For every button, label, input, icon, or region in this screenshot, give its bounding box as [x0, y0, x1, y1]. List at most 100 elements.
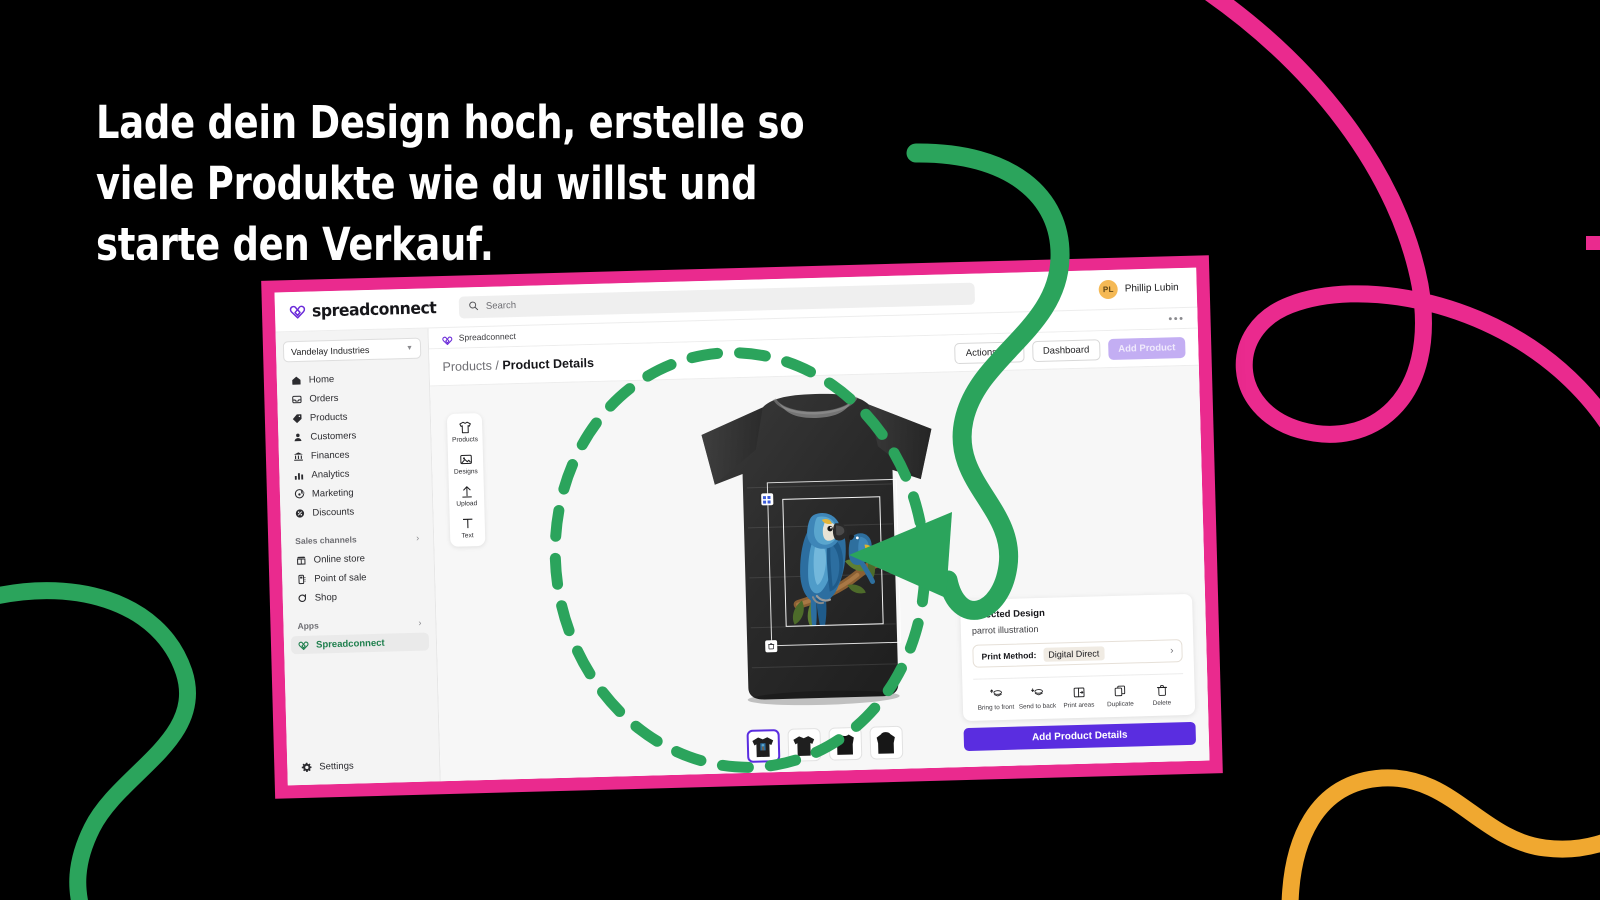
- chevron-down-icon: ▼: [1005, 348, 1013, 356]
- sidebar-item-products[interactable]: Products: [285, 406, 423, 428]
- pos-terminal-icon: [296, 573, 307, 584]
- thumbnail-front-with-design[interactable]: [745, 729, 780, 763]
- user-menu[interactable]: PL Phillip Lubin: [1098, 278, 1183, 300]
- avatar: PL: [1098, 279, 1119, 300]
- trash-icon: [1155, 683, 1168, 697]
- actions-button[interactable]: Actions ▼: [954, 340, 1025, 364]
- person-icon: [292, 431, 303, 442]
- gear-icon: [301, 761, 312, 772]
- sidebar: Vandelay Industries ▼ Home Orders Produc…: [275, 328, 441, 786]
- green-s-curve-bottom-left-icon: [0, 582, 196, 900]
- brand-logo[interactable]: spreadconnect: [289, 298, 459, 322]
- breadcrumb: Products / Product Details: [442, 356, 594, 374]
- orange-wave-bottom-right-icon: [1281, 769, 1600, 900]
- sidebar-item-label: Settings: [319, 760, 354, 773]
- chevron-right-icon: ›: [416, 532, 420, 543]
- app-ui: spreadconnect Search PL Phillip Lubin Va…: [274, 267, 1210, 786]
- breadcrumb-separator: /: [495, 358, 500, 373]
- bank-icon: [293, 450, 304, 461]
- sidebar-item-customers[interactable]: Customers: [285, 425, 423, 447]
- action-label: Bring to front: [977, 704, 1015, 713]
- tshirt-mockup[interactable]: [674, 382, 965, 710]
- sidebar-item-label: Customers: [310, 429, 357, 443]
- sidebar-item-label: Home: [308, 373, 335, 386]
- pink-loop-top-right-icon: [1204, 0, 1600, 443]
- action-label: Duplicate: [1107, 700, 1134, 709]
- sidebar-item-label: Finances: [310, 449, 350, 462]
- actions-button-label: Actions: [965, 346, 998, 359]
- main-content: Spreadconnect ••• Products / Product Det…: [428, 307, 1210, 782]
- breadcrumb-parent[interactable]: Products: [442, 359, 492, 374]
- action-label: Print areas: [1063, 701, 1095, 710]
- storefront-icon: [296, 554, 307, 565]
- action-label: Send to back: [1018, 702, 1057, 711]
- sidebar-item-point-of-sale[interactable]: Point of sale: [289, 567, 427, 589]
- shop-bag-icon: [297, 592, 308, 603]
- sidebar-item-orders[interactable]: Orders: [284, 387, 422, 409]
- sidebar-item-shop[interactable]: Shop: [290, 586, 428, 608]
- selected-design-panel: Selected Design parrot illustration Prin…: [960, 594, 1197, 752]
- brand-name: spreadconnect: [311, 298, 437, 321]
- design-bounds: [781, 496, 884, 627]
- sidebar-item-discounts[interactable]: Discounts: [287, 501, 425, 523]
- store-selector[interactable]: Vandelay Industries ▼: [282, 337, 422, 363]
- sidebar-item-label: Orders: [309, 392, 339, 405]
- delete-handle[interactable]: [764, 640, 777, 653]
- design-actions: Bring to front Send to back Print areas …: [973, 673, 1185, 721]
- search-input[interactable]: Search: [458, 282, 976, 319]
- window-pink-frame: spreadconnect Search PL Phillip Lubin Va…: [261, 255, 1223, 799]
- send-to-back-action[interactable]: Send to back: [1017, 686, 1058, 712]
- search-placeholder: Search: [485, 300, 517, 312]
- sidebar-item-finances[interactable]: Finances: [286, 444, 424, 466]
- bar-chart-icon: [293, 469, 304, 480]
- sidebar-item-label: Products: [309, 411, 348, 424]
- orders-inbox-icon: [291, 393, 302, 404]
- sidebar-item-online-store[interactable]: Online store: [288, 548, 426, 570]
- delete-action[interactable]: Delete: [1141, 683, 1182, 709]
- section-label: Sales channels: [295, 533, 357, 546]
- dashboard-button-label: Dashboard: [1042, 344, 1090, 357]
- heart-logo-icon: [298, 639, 309, 650]
- app-window: spreadconnect Search PL Phillip Lubin Va…: [261, 255, 1223, 799]
- sidebar-item-label: Marketing: [311, 486, 354, 500]
- sidebar-item-spreadconnect[interactable]: Spreadconnect: [290, 632, 430, 655]
- send-to-back-icon: [1030, 686, 1043, 700]
- add-product-button-label: Add Product: [1118, 341, 1176, 355]
- heart-logo-icon: [289, 303, 306, 320]
- resize-handle[interactable]: [760, 493, 773, 506]
- print-method-row[interactable]: Print Method: Digital Direct ›: [972, 639, 1183, 669]
- heart-logo-icon: [442, 332, 453, 345]
- print-method-value: Digital Direct: [1043, 646, 1105, 662]
- bring-to-front-action[interactable]: Bring to front: [975, 687, 1016, 713]
- discount-tag-icon: [294, 507, 305, 518]
- design-name: parrot illustration: [971, 624, 1039, 637]
- thumbnail-hoodie-back[interactable]: [868, 725, 903, 760]
- store-name: Vandelay Industries: [290, 344, 370, 357]
- thumbnail-front-plain[interactable]: [786, 727, 821, 762]
- sidebar-item-home[interactable]: Home: [284, 368, 422, 390]
- duplicate-action[interactable]: Duplicate: [1100, 684, 1141, 710]
- duplicate-icon: [1113, 684, 1126, 698]
- sidebar-section-apps[interactable]: Apps ›: [290, 614, 428, 635]
- chevron-down-icon: ▼: [406, 344, 414, 353]
- thumbnail-hoodie-front[interactable]: [827, 726, 862, 761]
- overflow-menu-button[interactable]: •••: [1168, 313, 1184, 325]
- sidebar-item-label: Analytics: [311, 468, 350, 481]
- sidebar-item-label: Point of sale: [314, 571, 367, 585]
- design-canvas: Products Designs Upload Text Selected De…: [430, 364, 1210, 782]
- print-areas-icon: [1072, 685, 1085, 699]
- design-selection-frame[interactable]: [760, 478, 901, 653]
- print-areas-action[interactable]: Print areas: [1058, 685, 1099, 711]
- breadcrumb-current: Product Details: [502, 355, 595, 373]
- dashboard-button[interactable]: Dashboard: [1031, 338, 1101, 362]
- sidebar-section-sales-channels[interactable]: Sales channels ›: [288, 529, 426, 550]
- sidebar-item-analytics[interactable]: Analytics: [286, 463, 424, 485]
- add-product-button[interactable]: Add Product: [1108, 336, 1186, 360]
- sidebar-item-settings[interactable]: Settings: [294, 754, 432, 776]
- search-icon: [468, 298, 479, 316]
- sidebar-item-marketing[interactable]: Marketing: [287, 482, 425, 504]
- sidebar-item-label: Online store: [313, 552, 366, 566]
- sidebar-item-label: Spreadconnect: [315, 637, 385, 651]
- print-method-label: Print Method:: [981, 649, 1037, 662]
